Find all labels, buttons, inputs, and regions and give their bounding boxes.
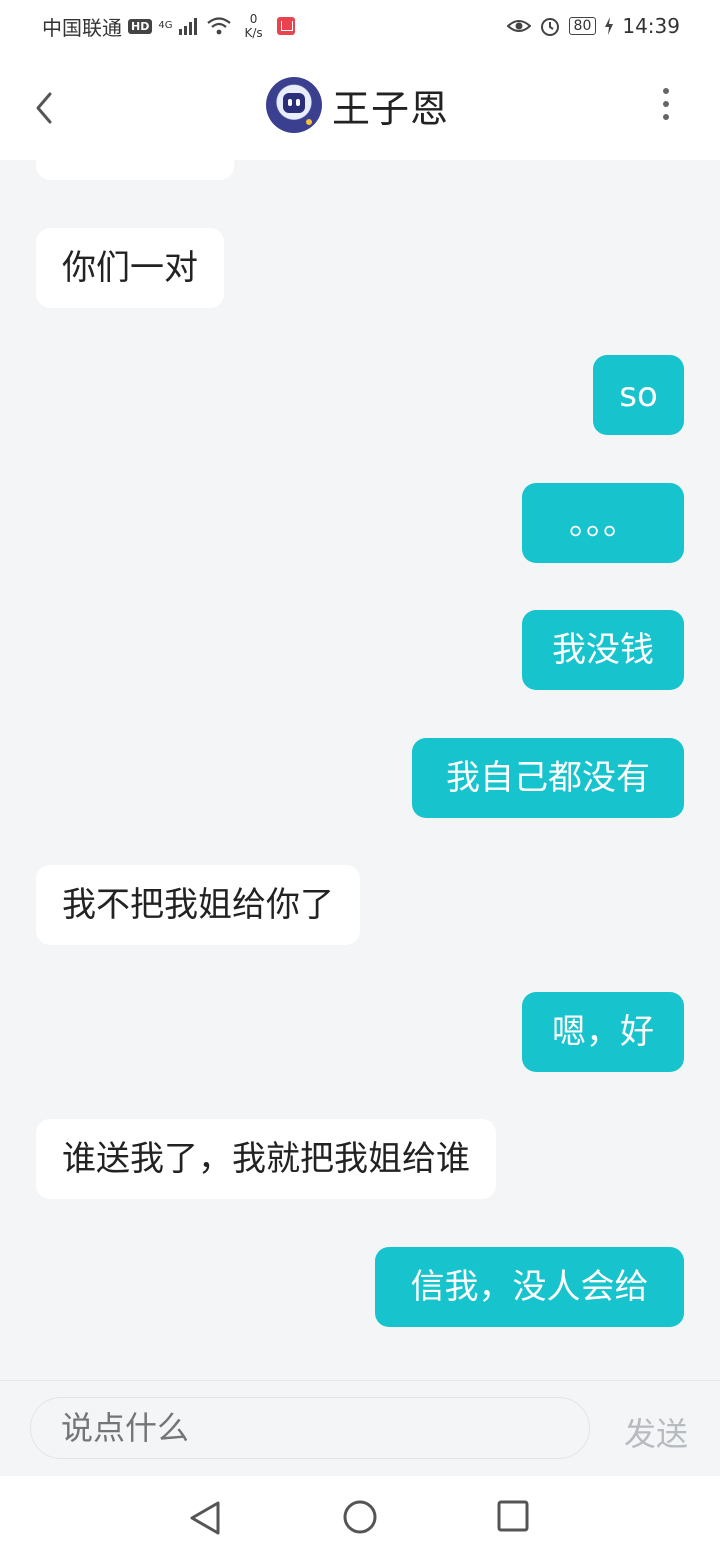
message-bubble[interactable]: 信我，没人会给: [375, 1247, 684, 1327]
eye-icon: [506, 20, 531, 32]
contact-title[interactable]: 王子恩: [266, 77, 449, 133]
message-bubble-partial: [36, 160, 234, 180]
message-text: 信我，没人会给: [410, 1267, 649, 1307]
system-nav-bar: [0, 1476, 720, 1560]
net-speed-unit: K/s: [244, 26, 263, 40]
hd-badge: HD: [128, 18, 153, 34]
message-bubble[interactable]: 我自己都没有: [412, 738, 684, 818]
status-bar: 中国联通 HD 4G 0 K/s 80 14:39: [0, 0, 720, 52]
message-text: 我没钱: [552, 630, 654, 670]
chat-header: 王子恩: [0, 52, 720, 160]
avatar-dot: [306, 119, 312, 125]
signal-icon: [179, 18, 198, 35]
send-button[interactable]: 发送: [624, 1409, 688, 1455]
message-bubble[interactable]: so: [593, 355, 684, 435]
message-text: 。。。: [569, 503, 637, 543]
message-text: 我自己都没有: [446, 758, 650, 798]
wifi-icon: [207, 17, 232, 35]
message-bubble[interactable]: 嗯，好: [522, 992, 684, 1072]
message-bubble[interactable]: 我没钱: [522, 610, 684, 690]
message-bubble[interactable]: 谁送我了，我就把我姐给谁: [36, 1119, 496, 1199]
message-list[interactable]: 你们一对 so 。。。 我没钱 我自己都没有 我不把我姐给你了 嗯，好 谁送我了…: [0, 160, 720, 1380]
book-app-icon: [276, 17, 295, 35]
message-text: 我不把我姐给你了: [62, 885, 334, 925]
clock: 14:39: [622, 14, 680, 38]
more-dots-icon[interactable]: [656, 88, 676, 128]
message-bubble[interactable]: 。。。: [522, 483, 684, 563]
back-arrow-icon[interactable]: [30, 88, 60, 128]
net-speed: 0 K/s: [244, 12, 262, 40]
avatar[interactable]: [266, 77, 322, 133]
network-type: 4G: [158, 20, 173, 31]
message-text: 你们一对: [62, 248, 198, 288]
nav-back-icon[interactable]: [186, 1498, 226, 1538]
charging-icon: [605, 17, 614, 35]
nav-home-icon[interactable]: [341, 1498, 379, 1536]
net-speed-value: 0: [249, 12, 258, 26]
contact-name: 王子恩: [332, 86, 450, 131]
robot-face-icon: [283, 93, 305, 113]
carrier-label: 中国联通: [42, 15, 122, 40]
input-bar: 发送: [0, 1380, 720, 1477]
message-input[interactable]: [30, 1397, 590, 1459]
message-bubble[interactable]: 我不把我姐给你了: [36, 865, 360, 945]
message-text: 谁送我了，我就把我姐给谁: [62, 1139, 470, 1179]
alarm-icon: [540, 18, 559, 36]
message-text: so: [619, 375, 658, 415]
message-bubble[interactable]: 你们一对: [36, 228, 224, 308]
nav-recent-icon[interactable]: [495, 1498, 531, 1534]
message-text: 嗯，好: [552, 1012, 654, 1052]
battery-indicator: 80: [568, 17, 597, 35]
